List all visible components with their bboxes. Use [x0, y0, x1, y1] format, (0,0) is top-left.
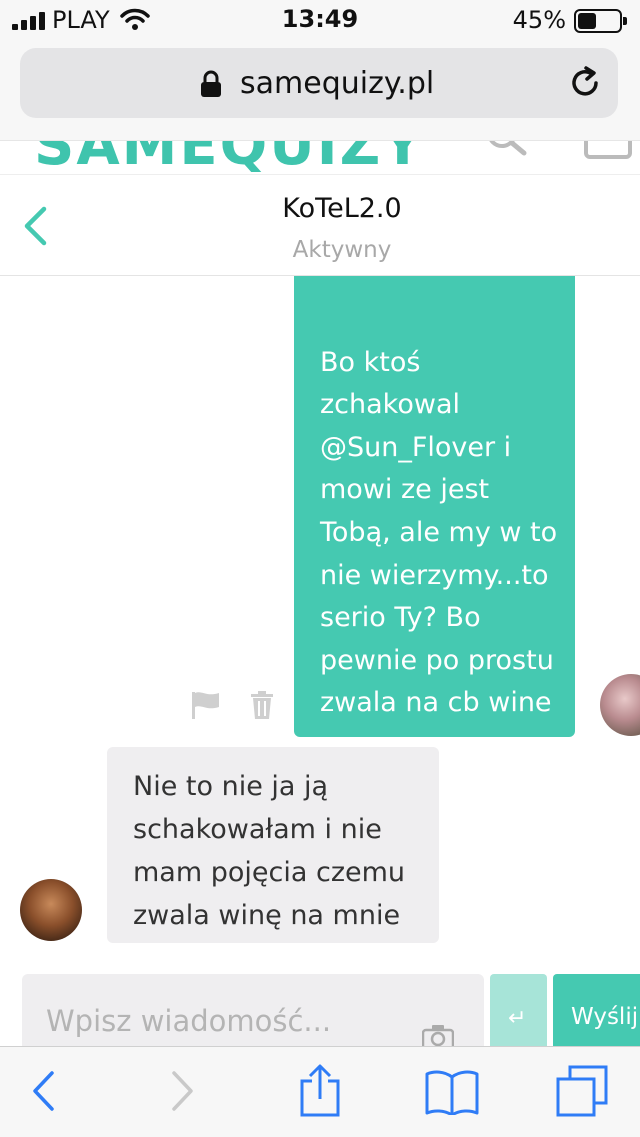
url-text: samequizy.pl [240, 66, 435, 101]
add-icon[interactable] [584, 141, 632, 159]
message-bubble-incoming: Nie to nie ja ją schakowałam i nie mam p… [107, 747, 439, 943]
site-logo[interactable]: SAMEQUIZY [34, 141, 425, 175]
trash-icon[interactable] [250, 690, 274, 720]
site-header: SAMEQUIZY [0, 140, 640, 175]
enter-icon: ↵ [508, 1006, 527, 1031]
send-button-label: Wyślij [571, 1004, 639, 1030]
enter-button[interactable]: ↵ [490, 974, 547, 1054]
battery-percent: 45% [512, 6, 566, 34]
contact-status: Aktywny [292, 237, 392, 263]
avatar[interactable] [600, 674, 640, 736]
lock-icon [201, 70, 221, 97]
flag-icon[interactable] [190, 690, 222, 720]
message-composer: Wpisz wiadomość... ↵ Wyślij [0, 970, 640, 1054]
bookmarks-icon[interactable] [424, 1069, 480, 1115]
contact-name[interactable]: KoTeL2.0 [0, 193, 640, 224]
share-icon[interactable] [298, 1063, 342, 1117]
status-bar: PLAY 13:49 45% [0, 0, 640, 40]
tabs-icon[interactable] [556, 1065, 608, 1117]
message-text: Nie to nie ja ją schakowałam i nie mam p… [133, 771, 406, 931]
battery-icon [574, 9, 627, 33]
message-input-placeholder: Wpisz wiadomość... [46, 1004, 332, 1038]
message-bubble-outgoing: Bo ktoś zchakowal @Sun_Flover i mowi ze … [294, 276, 575, 737]
send-button[interactable]: Wyślij [553, 974, 640, 1054]
message-text: Bo ktoś zchakowal @Sun_Flover i mowi ze … [320, 346, 558, 719]
search-icon[interactable] [482, 140, 528, 159]
browser-toolbar [0, 1046, 640, 1137]
browser-address-area: samequizy.pl [0, 40, 640, 140]
reload-icon[interactable] [568, 66, 602, 100]
back-icon[interactable] [30, 1069, 56, 1113]
forward-icon[interactable] [170, 1069, 196, 1113]
message-input[interactable]: Wpisz wiadomość... [22, 974, 484, 1054]
message-list[interactable]: Bo ktoś zchakowal @Sun_Flover i mowi ze … [0, 276, 640, 970]
avatar[interactable] [20, 879, 82, 941]
chat-header: KoTeL2.0 Aktywny [0, 174, 640, 277]
address-bar[interactable]: samequizy.pl [20, 48, 618, 118]
